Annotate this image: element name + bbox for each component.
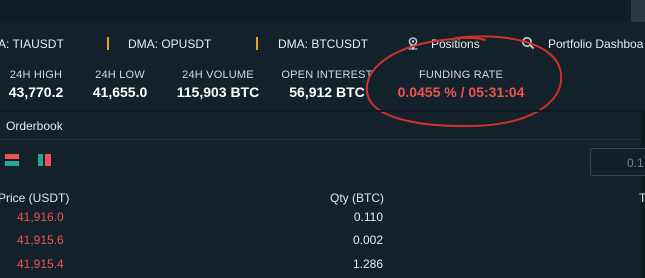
ticker-separator (256, 37, 258, 50)
ticker-separator (107, 37, 109, 50)
funding-rate-value: 0.0455 % / 05:31:04 (397, 84, 525, 100)
stat-label: 24H LOW (95, 69, 145, 81)
stat-value: 115,903 BTC (176, 84, 260, 100)
orderbook-row[interactable]: 41,916.0 0.110 (0, 207, 645, 228)
stat-open-interest: OPEN INTEREST 56,912 BTC (281, 69, 373, 100)
stat-label: FUNDING RATE (418, 69, 504, 81)
top-strip (0, 0, 645, 22)
stat-24h-low: 24H LOW 41,655.0 (86, 69, 154, 100)
stat-24h-high: 24H HIGH 43,770.2 (2, 69, 70, 100)
portfolio-dashboard-tab[interactable]: Portfolio Dashboa (548, 37, 643, 51)
row-qty: 0.002 (352, 233, 383, 247)
stat-label: 24H VOLUME (182, 69, 254, 81)
orderbook-header-divider (0, 139, 645, 140)
ticker-opusdt[interactable]: DMA: OPUSDT (128, 37, 211, 51)
column-qty: Qty (BTC) (330, 191, 384, 205)
stat-24h-volume: 24H VOLUME 115,903 BTC (168, 69, 268, 100)
search-icon (522, 37, 535, 50)
stat-value: 41,655.0 (92, 84, 148, 100)
stat-label: 24H HIGH (9, 69, 63, 81)
location-pin-icon (408, 37, 418, 50)
row-qty: 0.110 (353, 210, 383, 224)
column-total: T (639, 191, 645, 205)
column-price: Price (USDT) (0, 191, 70, 205)
stat-value: 56,912 BTC (289, 84, 365, 100)
ticker-tiausdt[interactable]: A: TIAUSDT (0, 37, 64, 51)
stat-label: OPEN INTEREST (281, 69, 373, 81)
market-stats: 24H HIGH 43,770.2 24H LOW 41,655.0 24H V… (0, 60, 645, 110)
positions-tab[interactable]: Positions (431, 37, 480, 51)
row-qty: 1.286 (352, 257, 383, 271)
orderbook-row[interactable]: 41,915.4 1.286 (0, 254, 645, 275)
orderbook-row[interactable]: 41,915.6 0.002 (0, 230, 645, 251)
orderbook-title[interactable]: Orderbook (6, 119, 63, 133)
panel-divider (0, 110, 645, 112)
top-right-block (631, 0, 645, 22)
row-price: 41,915.4 (17, 257, 64, 271)
orderbook-both-icon[interactable] (5, 153, 21, 169)
ticker-bar: A: TIAUSDT DMA: OPUSDT DMA: BTCUSDT Posi… (0, 28, 645, 58)
ticker-btcusdt[interactable]: DMA: BTCUSDT (278, 37, 368, 51)
row-price: 41,915.6 (17, 233, 64, 247)
stat-funding-rate: FUNDING RATE 0.0455 % / 05:31:04 (388, 69, 534, 100)
precision-select[interactable]: 0.1 (590, 148, 645, 176)
orderbook-split-icon[interactable] (37, 153, 53, 169)
stat-value: 43,770.2 (8, 84, 64, 100)
row-price: 41,916.0 (17, 210, 64, 224)
